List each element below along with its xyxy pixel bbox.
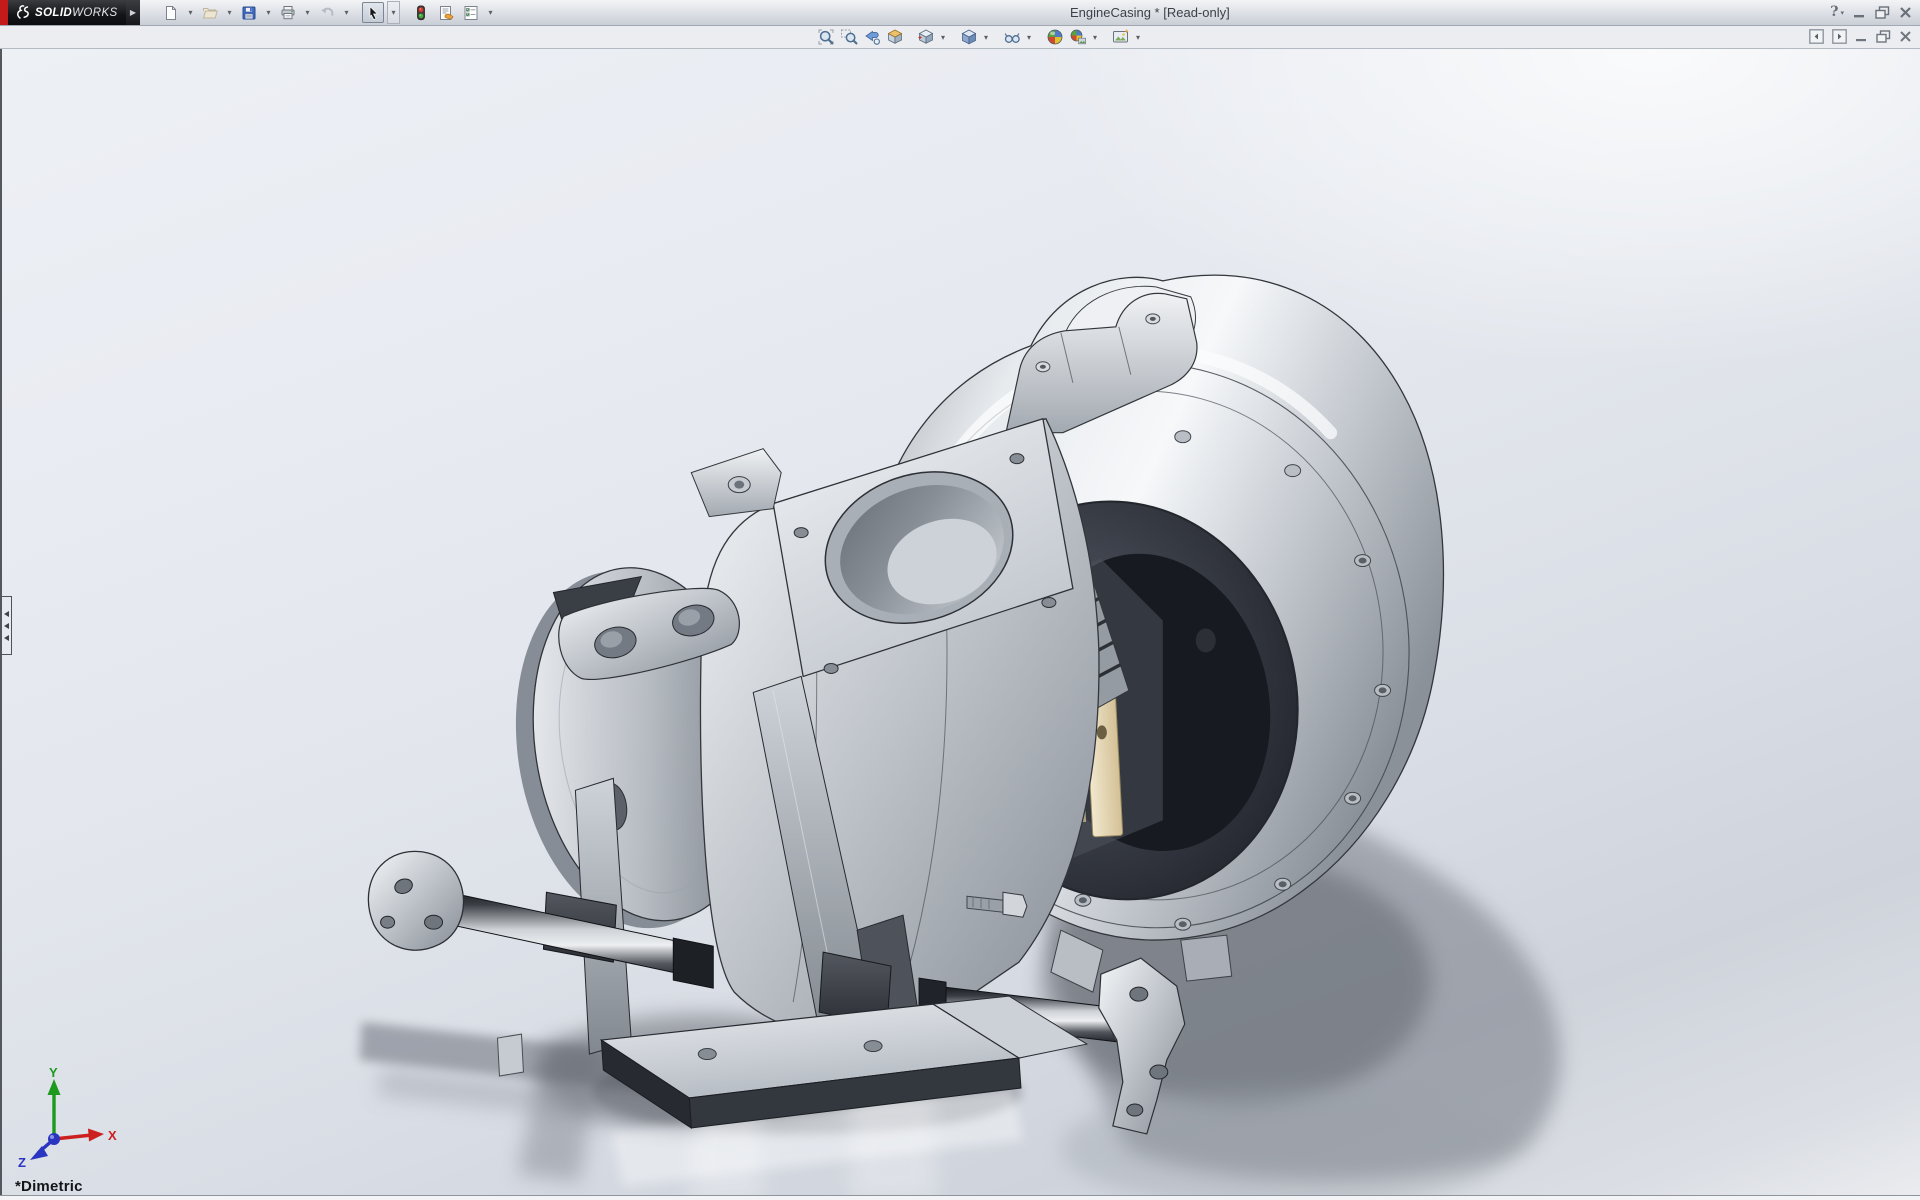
options-icon xyxy=(464,5,478,20)
save-button[interactable] xyxy=(238,2,260,23)
collapse-arrow-icon xyxy=(4,622,9,629)
solidworks-brand: SOLID WORKS xyxy=(8,0,126,25)
view-orientation-button[interactable] xyxy=(915,27,936,47)
view-orientation-dropdown[interactable]: ▾ xyxy=(938,27,948,47)
document-title: EngineCasing * [Read-only] xyxy=(1070,5,1230,20)
new-document-icon xyxy=(166,5,176,20)
window-controls: ? ▾ xyxy=(1830,3,1912,21)
hide-show-glasses-icon xyxy=(1004,33,1020,43)
doc-restore-icon xyxy=(1876,29,1891,43)
display-style-icon xyxy=(961,29,976,45)
save-dropdown[interactable]: ▾ xyxy=(263,2,274,23)
doc-minimize-icon xyxy=(1856,38,1866,41)
undo-button[interactable] xyxy=(316,2,338,23)
accent-red-strip xyxy=(0,0,8,25)
minimize-button[interactable] xyxy=(1853,3,1866,21)
doc-close-icon xyxy=(1900,30,1911,42)
zoom-to-area-icon xyxy=(840,29,857,45)
rebuild-button[interactable] xyxy=(410,2,432,23)
collapse-arrow-icon xyxy=(4,634,9,641)
section-view-icon xyxy=(887,29,902,44)
doc-minimize-button[interactable] xyxy=(1855,28,1868,44)
view-orientation-label: *Dimetric xyxy=(15,1178,83,1195)
new-document-button[interactable] xyxy=(160,2,182,23)
pane-expand-right-button[interactable] xyxy=(1832,28,1847,44)
view-settings-dropdown[interactable]: ▾ xyxy=(1133,27,1143,47)
help-button[interactable]: ? ▾ xyxy=(1830,3,1844,21)
restore-button[interactable] xyxy=(1875,3,1890,21)
open-dropdown[interactable]: ▾ xyxy=(224,2,235,23)
apply-scene-dropdown[interactable]: ▾ xyxy=(1090,27,1100,47)
brand-text-light: WORKS xyxy=(72,6,118,19)
view-settings-icon xyxy=(1112,29,1129,43)
restore-icon xyxy=(1875,5,1890,19)
status-bar xyxy=(0,1195,1920,1200)
file-properties-icon xyxy=(440,5,454,20)
open-icon xyxy=(202,7,218,18)
apply-scene-button[interactable] xyxy=(1067,27,1088,47)
print-button[interactable] xyxy=(277,2,299,23)
solidworks-window: { "window": { "brand_bold": "SOLID", "br… xyxy=(0,0,1920,1200)
select-button[interactable] xyxy=(362,2,384,23)
undo-icon xyxy=(321,7,334,16)
feature-manager-collapsed-tab[interactable] xyxy=(2,596,12,655)
close-button[interactable] xyxy=(1899,3,1912,21)
triad-y-label: Y xyxy=(49,1065,58,1080)
menu-expand-arrow[interactable]: ▶ xyxy=(126,0,140,25)
help-dropdown-icon: ▾ xyxy=(1840,7,1844,17)
graphics-viewport[interactable]: Y X Z *Dimetric xyxy=(0,49,1920,1196)
minimize-icon xyxy=(1854,14,1864,17)
display-style-dropdown[interactable]: ▾ xyxy=(981,27,991,47)
open-button[interactable] xyxy=(199,2,221,23)
doc-close-button[interactable] xyxy=(1899,28,1912,44)
pane-right-icon xyxy=(1832,28,1847,44)
hide-show-items-button[interactable] xyxy=(1001,27,1022,47)
collapse-arrow-icon xyxy=(4,610,9,617)
file-properties-button[interactable] xyxy=(435,2,457,23)
new-document-dropdown[interactable]: ▾ xyxy=(185,2,196,23)
select-cursor-icon xyxy=(369,5,379,20)
print-dropdown[interactable]: ▾ xyxy=(302,2,313,23)
previous-view-icon xyxy=(864,30,880,45)
pane-left-icon xyxy=(1809,28,1824,44)
pane-collapse-left-button[interactable] xyxy=(1809,28,1824,44)
select-dropdown[interactable]: ▾ xyxy=(387,1,400,24)
view-settings-button[interactable] xyxy=(1110,27,1131,47)
solidworks-logo-mark-icon xyxy=(14,4,31,21)
main-toolbar: ▾ ▾ ▾ ▾ ▾ ▾ ▾ xyxy=(160,0,496,25)
edit-appearance-sphere-icon xyxy=(1047,29,1062,45)
reference-triad: Y X Z xyxy=(12,1065,120,1174)
print-icon xyxy=(281,5,295,19)
view-orientation-icon xyxy=(918,29,933,44)
engine-casing-model[interactable] xyxy=(2,49,1920,1196)
zoom-to-fit-icon xyxy=(818,29,833,45)
doc-restore-button[interactable] xyxy=(1876,28,1891,44)
display-style-button[interactable] xyxy=(958,27,979,47)
triad-x-label: X xyxy=(108,1128,117,1143)
rebuild-traffic-light-icon xyxy=(417,5,425,20)
options-button[interactable] xyxy=(460,2,482,23)
zoom-to-fit-button[interactable] xyxy=(815,27,836,47)
zoom-to-area-button[interactable] xyxy=(838,27,859,47)
apply-scene-icon xyxy=(1070,29,1086,45)
document-window-controls xyxy=(1809,28,1912,44)
triad-z-label: Z xyxy=(18,1155,26,1169)
section-view-button[interactable] xyxy=(884,27,905,47)
heads-up-row: ▾ ▾ ▾ ▾ ▾ xyxy=(0,26,1920,49)
brand-text-bold: SOLID xyxy=(35,6,73,19)
undo-dropdown[interactable]: ▾ xyxy=(341,2,352,23)
heads-up-view-toolbar: ▾ ▾ ▾ ▾ ▾ xyxy=(815,27,1143,47)
edit-appearance-button[interactable] xyxy=(1044,27,1065,47)
title-bar: SOLID WORKS ▶ ▾ ▾ ▾ ▾ ▾ ▾ ▾ EngineCasing… xyxy=(0,0,1920,26)
previous-view-button[interactable] xyxy=(861,27,882,47)
hide-show-items-dropdown[interactable]: ▾ xyxy=(1024,27,1034,47)
close-icon xyxy=(1900,6,1911,18)
save-icon xyxy=(242,6,256,19)
options-dropdown[interactable]: ▾ xyxy=(485,2,496,23)
